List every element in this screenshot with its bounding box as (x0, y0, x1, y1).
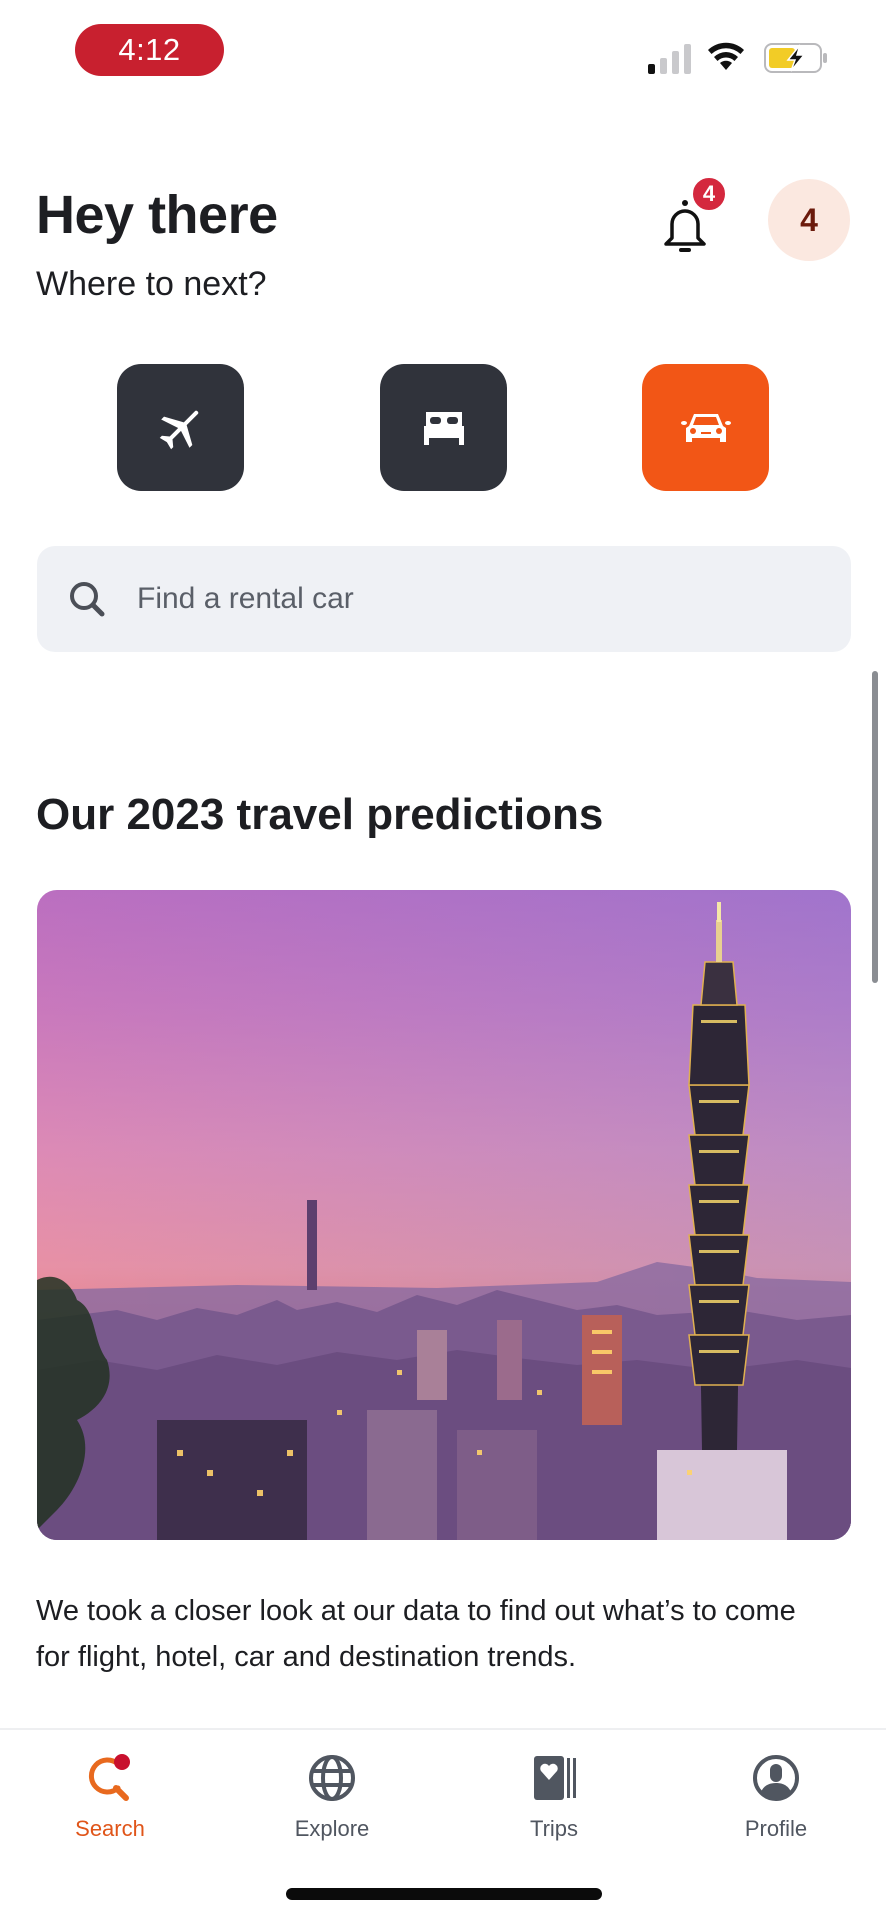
greeting-title: Hey there (36, 185, 278, 245)
status-time: 4:12 (75, 24, 224, 76)
tab-label: Profile (744, 1816, 808, 1841)
notification-badge: 4 (691, 176, 727, 212)
tab-profile[interactable]: Profile (696, 1752, 856, 1842)
airplane-icon (159, 410, 198, 449)
cellular-signal-icon (648, 44, 691, 74)
flights-button[interactable] (117, 364, 244, 491)
section-title: Our 2023 travel predictions (36, 790, 604, 839)
scrollbar[interactable] (872, 671, 878, 983)
tab-label: Explore (294, 1816, 370, 1841)
hotels-button[interactable] (380, 364, 507, 491)
avatar[interactable]: 4 (768, 179, 850, 261)
search-icon (70, 582, 105, 617)
tab-label: Trips (529, 1816, 579, 1841)
tab-explore[interactable]: Explore (252, 1752, 412, 1842)
section-description: We took a closer look at our data to fin… (36, 1595, 796, 1673)
home-indicator[interactable] (286, 1888, 602, 1900)
cars-button[interactable] (642, 364, 769, 491)
city-skyline-illustration (37, 902, 851, 1540)
search-bar[interactable] (37, 546, 851, 652)
tab-trips[interactable]: Trips (474, 1752, 634, 1842)
search-tab-icon (88, 1754, 130, 1801)
travel-predictions-image[interactable] (37, 890, 851, 1540)
globe-icon (309, 1755, 355, 1801)
tab-search[interactable]: Search (30, 1752, 190, 1842)
profile-icon (753, 1755, 799, 1801)
wifi-icon (708, 42, 744, 70)
bed-icon (423, 411, 464, 445)
car-icon (680, 413, 731, 442)
greeting-subtitle: Where to next? (36, 265, 267, 303)
trips-icon (534, 1756, 576, 1800)
search-input[interactable] (137, 582, 787, 616)
tab-label: Search (75, 1816, 145, 1841)
battery-charging-icon (764, 43, 827, 73)
